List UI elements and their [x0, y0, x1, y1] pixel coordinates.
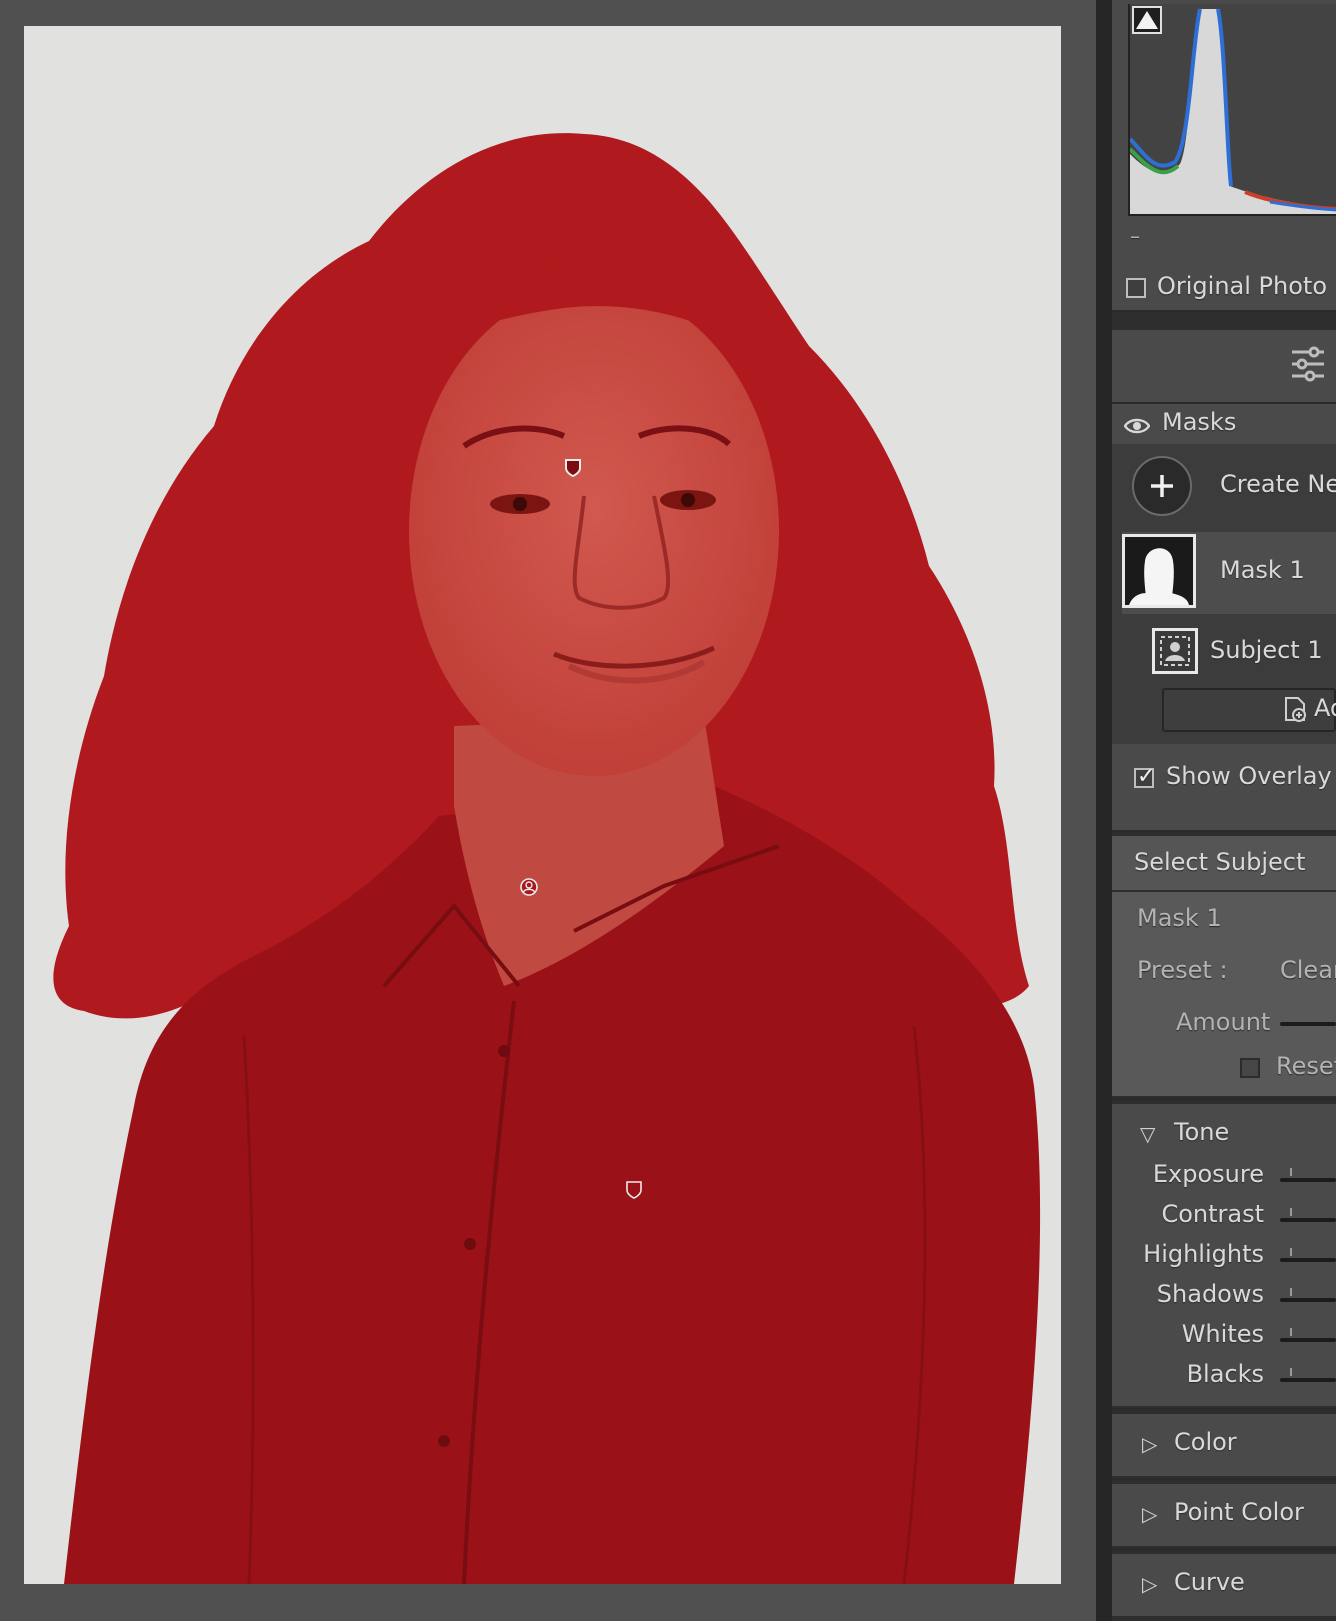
color-expand-icon: ▷: [1142, 1432, 1158, 1456]
mask-1-name: Mask 1: [1220, 556, 1305, 584]
show-overlay-checkbox[interactable]: [1134, 764, 1155, 789]
contrast-slider[interactable]: [1280, 1218, 1336, 1222]
mask-silhouette-thumbnail: [1122, 534, 1196, 608]
contrast-label: Contrast: [1161, 1200, 1264, 1228]
tool-strip: [1112, 330, 1336, 402]
photo-canvas: [0, 0, 1096, 1621]
select-subject-title: Select Subject: [1134, 848, 1306, 876]
curve-expand-icon: ▷: [1142, 1572, 1158, 1596]
reset-label[interactable]: Reset: [1276, 1052, 1336, 1080]
curve-section-header[interactable]: ▷ Curve: [1112, 1554, 1336, 1616]
add-mask-icon: [1282, 696, 1308, 724]
plus-icon: [1132, 456, 1192, 516]
histogram-section: – Original Photo: [1112, 0, 1336, 310]
highlights-label: Highlights: [1143, 1240, 1264, 1268]
subject-mask-overlay: [53, 133, 1041, 1584]
shadows-label: Shadows: [1156, 1280, 1264, 1308]
shadows-slider[interactable]: [1280, 1298, 1336, 1302]
photo-with-mask-overlay[interactable]: [24, 26, 1061, 1584]
shadow-clipping-triangle-icon[interactable]: [1132, 6, 1162, 34]
eye-icon[interactable]: [1123, 416, 1151, 436]
create-new-mask-button[interactable]: Create New: [1132, 454, 1336, 518]
tone-title[interactable]: Tone: [1174, 1118, 1229, 1146]
color-section-title: Color: [1174, 1428, 1237, 1456]
color-section-header[interactable]: ▷ Color: [1112, 1414, 1336, 1476]
mask-name-label[interactable]: Mask 1: [1137, 904, 1222, 932]
add-component-button[interactable]: Add: [1162, 688, 1336, 732]
exposure-label: Exposure: [1152, 1160, 1264, 1188]
highlights-slider[interactable]: [1280, 1258, 1336, 1262]
mask-pin-body-icon[interactable]: [625, 1180, 643, 1200]
masks-section: Masks Create New Mask 1 Subject 1: [1112, 404, 1336, 744]
masks-header-label: Masks: [1162, 408, 1237, 436]
original-photo-label[interactable]: Original Photo: [1157, 272, 1327, 300]
amount-label: Amount: [1176, 1008, 1271, 1036]
mask-list-item-mask-1[interactable]: Mask 1: [1122, 532, 1336, 614]
amount-slider[interactable]: [1280, 1022, 1336, 1026]
sliders-icon[interactable]: [1288, 344, 1328, 384]
show-overlay-label[interactable]: Show Overlay: [1166, 762, 1332, 790]
point-color-expand-icon: ▷: [1142, 1502, 1158, 1526]
preset-label: Preset :: [1137, 956, 1228, 984]
mask-pin-face-icon[interactable]: [564, 458, 582, 478]
whites-slider[interactable]: [1280, 1338, 1336, 1342]
tone-collapse-icon[interactable]: ▽: [1140, 1122, 1155, 1146]
preset-dropdown[interactable]: Clear: [1280, 956, 1336, 984]
point-color-section-header[interactable]: ▷ Point Color: [1112, 1484, 1336, 1546]
tone-section: ▽ Tone Exposure Contrast Highlights Shad…: [1112, 1104, 1336, 1406]
subject-1-name: Subject 1: [1210, 636, 1323, 664]
mask-list-item-subject-1[interactable]: Subject 1: [1148, 626, 1336, 678]
original-photo-checkbox[interactable]: [1126, 278, 1146, 298]
point-color-section-title: Point Color: [1174, 1498, 1304, 1526]
add-label: Add: [1314, 694, 1336, 722]
histogram-readout: –: [1130, 224, 1140, 248]
face-region: [409, 286, 779, 776]
subject-icon: [1152, 628, 1198, 674]
create-new-label: Create New: [1220, 470, 1336, 498]
reset-checkbox[interactable]: [1240, 1058, 1260, 1078]
select-subject-header: Select Subject: [1112, 836, 1336, 890]
panel-divider[interactable]: [1096, 0, 1112, 1621]
curve-section-title: Curve: [1174, 1568, 1245, 1596]
masks-header: Masks: [1112, 404, 1336, 444]
whites-label: Whites: [1181, 1320, 1264, 1348]
develop-right-panel: – Original Photo Masks Create Ne Mask 1 …: [1112, 0, 1336, 1621]
mask-pin-subject-icon[interactable]: [520, 878, 538, 898]
histogram[interactable]: [1128, 4, 1336, 216]
exposure-slider[interactable]: [1280, 1178, 1336, 1182]
blacks-slider[interactable]: [1280, 1378, 1336, 1382]
show-overlay-row: Show Overlay: [1112, 744, 1336, 830]
mask-properties: Mask 1 Preset : Clear Amount Reset: [1112, 892, 1336, 1096]
blacks-label: Blacks: [1186, 1360, 1264, 1388]
